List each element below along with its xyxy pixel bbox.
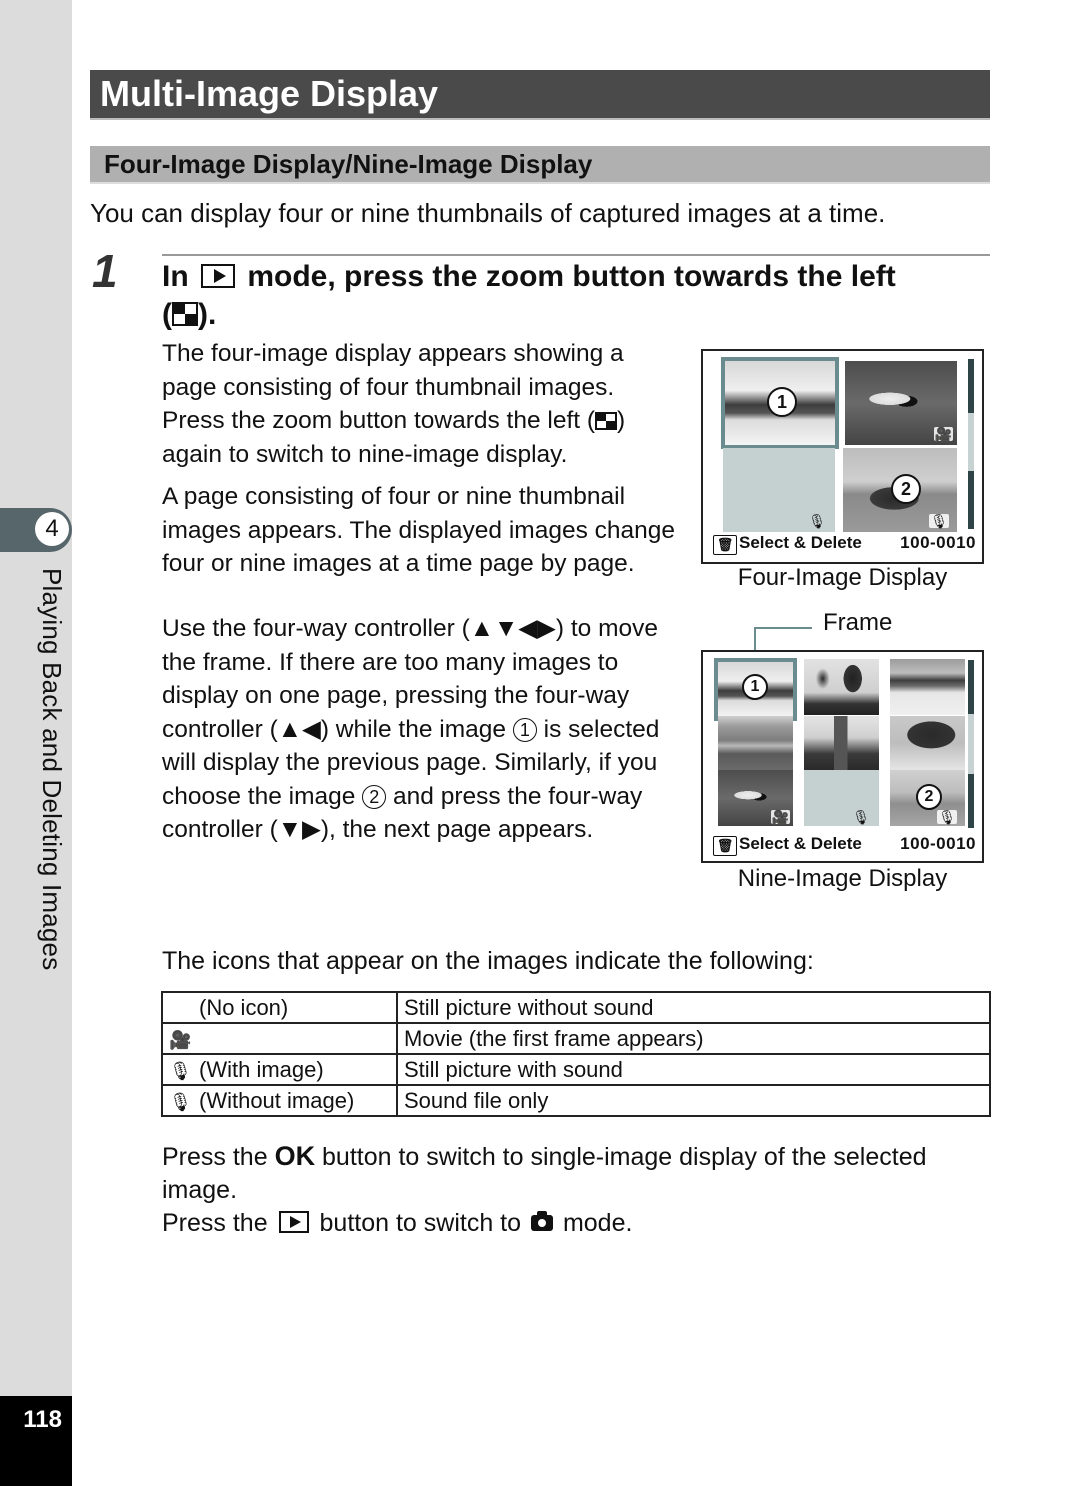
meaning-cell: Movie (the first frame appears) — [396, 1022, 991, 1055]
footer-label: Select & Delete — [739, 533, 862, 552]
thumbnail-8-sound-only: 🎙 — [804, 770, 879, 826]
microphone-icon: 🎙 — [929, 513, 949, 529]
table-row: 🎙 (Without image) Sound file only — [161, 1084, 991, 1117]
icons-intro-text: The icons that appear on the images indi… — [162, 947, 814, 975]
scrollbar-thumb[interactable] — [968, 714, 974, 774]
badge-1: 1 — [767, 387, 797, 417]
step-heading-text: In — [162, 260, 189, 293]
scrollbar-thumb[interactable] — [968, 413, 974, 471]
thumbnail-1-selected: 1 — [714, 658, 797, 721]
thumbnail-1-selected: 1 — [721, 357, 839, 449]
icon-cell: 🎙 (With image) — [161, 1053, 398, 1086]
step-number: 1 — [92, 245, 118, 297]
nine-image-screen: 1 🎥 🎙 2 🎙 🗑 Select & Delete 100-0010 — [701, 650, 984, 863]
circled-number-1: 1 — [512, 717, 537, 742]
chapter-title: Playing Back and Deleting Images — [37, 568, 67, 971]
icon-cell: 🎥 — [161, 1022, 398, 1055]
table-row: 🎥 Movie (the first frame appears) — [161, 1022, 991, 1055]
thumbnail-2 — [804, 659, 879, 715]
icon-label: (No icon) — [199, 994, 289, 1020]
movie-icon: 🎥 — [770, 809, 790, 825]
badge-1: 1 — [742, 674, 768, 700]
meaning-cell: Sound file only — [396, 1084, 991, 1117]
badge-2: 2 — [916, 784, 942, 810]
page-title: Multi-Image Display — [100, 73, 439, 114]
thumbnail-4: 2 🎙 — [843, 448, 957, 532]
thumbnail-3 — [890, 659, 965, 715]
microphone-icon: 🎙 — [169, 1091, 192, 1112]
thumbnail-3-sound-only: 🎙 — [723, 448, 835, 532]
step-divider — [162, 254, 990, 256]
frame-leader-line — [754, 627, 812, 629]
paragraph-four-way-controller: Use the four-way controller (▲▼◀▶) to mo… — [162, 612, 682, 847]
table-row: 🎙 (With image) Still picture with sound — [161, 1053, 991, 1086]
four-image-caption: Four-Image Display — [737, 564, 948, 591]
chapter-number: 4 — [35, 512, 69, 546]
select-delete-label: 🗑 Select & Delete — [713, 834, 862, 856]
step-heading: In mode, press the zoom button towards t… — [162, 258, 982, 334]
trash-icon: 🗑 — [713, 836, 737, 856]
step-heading-text: ). — [198, 298, 217, 331]
playback-icon — [201, 264, 236, 288]
note-text: Press the — [162, 1209, 268, 1237]
note-text: button to switch to — [319, 1209, 522, 1237]
playback-button-note: Press the button to switch to mode. — [162, 1207, 992, 1240]
ok-button-note: Press the OK button to switch to single-… — [162, 1140, 992, 1207]
ok-key-label: OK — [274, 1141, 316, 1171]
step-heading-text: ( — [162, 298, 172, 331]
intro-text: You can display four or nine thumbnails … — [90, 198, 886, 228]
playback-icon — [278, 1211, 309, 1233]
icon-label: (Without image) — [199, 1087, 355, 1113]
note-text: mode. — [562, 1209, 633, 1237]
microphone-icon: 🎙 — [852, 809, 870, 825]
thumbnail-grid-icon — [595, 412, 618, 430]
movie-icon: 🎥 — [169, 1029, 192, 1050]
note-text: Press the — [162, 1143, 268, 1171]
thumbnail-9: 2 🎙 — [890, 770, 965, 826]
microphone-icon: 🎙 — [808, 513, 826, 529]
thumbnail-6 — [890, 716, 965, 770]
microphone-icon: 🎙 — [937, 809, 957, 825]
paragraph-page-change: A page consisting of four or nine thumbn… — [162, 483, 676, 577]
file-number: 100-0010 — [900, 834, 976, 853]
four-image-screen: 1 🎥 🎙 2 🎙 🗑 Select & Delete 100-0010 — [701, 349, 984, 564]
step-heading-text: mode, press the zoom button towards the … — [247, 260, 896, 293]
icon-cell: 🎙 (Without image) — [161, 1084, 398, 1117]
select-delete-label: 🗑 Select & Delete — [713, 533, 862, 555]
footer-label: Select & Delete — [739, 834, 862, 853]
trash-icon: 🗑 — [713, 535, 737, 555]
icon-cell: (No icon) — [161, 991, 398, 1024]
page-number: 118 — [23, 1406, 62, 1433]
badge-2: 2 — [891, 474, 921, 504]
camera-icon — [530, 1211, 553, 1231]
thumbnail-7: 🎥 — [718, 770, 793, 826]
icon-legend-table: (No icon) Still picture without sound 🎥 … — [161, 991, 991, 1117]
paragraph-four-image: The four-image display appears showing a… — [162, 337, 682, 471]
frame-label: Frame — [823, 609, 893, 636]
section-title: Four-Image Display/Nine-Image Display — [104, 149, 593, 179]
nine-image-caption: Nine-Image Display — [737, 865, 948, 892]
paragraph-text: The four-image display appears showing a… — [162, 340, 624, 434]
icon-label: (With image) — [199, 1056, 324, 1082]
thumbnail-5 — [804, 716, 879, 770]
thumbnail-2: 🎥 — [845, 361, 957, 445]
meaning-cell: Still picture without sound — [396, 991, 991, 1024]
microphone-icon: 🎙 — [169, 1060, 192, 1081]
meaning-cell: Still picture with sound — [396, 1053, 991, 1086]
thumbnail-grid-icon — [172, 302, 198, 326]
table-row: (No icon) Still picture without sound — [161, 991, 991, 1024]
thumbnail-4 — [718, 716, 793, 770]
file-number: 100-0010 — [900, 533, 976, 552]
circled-number-2: 2 — [362, 784, 387, 809]
movie-icon: 🎥 — [933, 426, 953, 442]
